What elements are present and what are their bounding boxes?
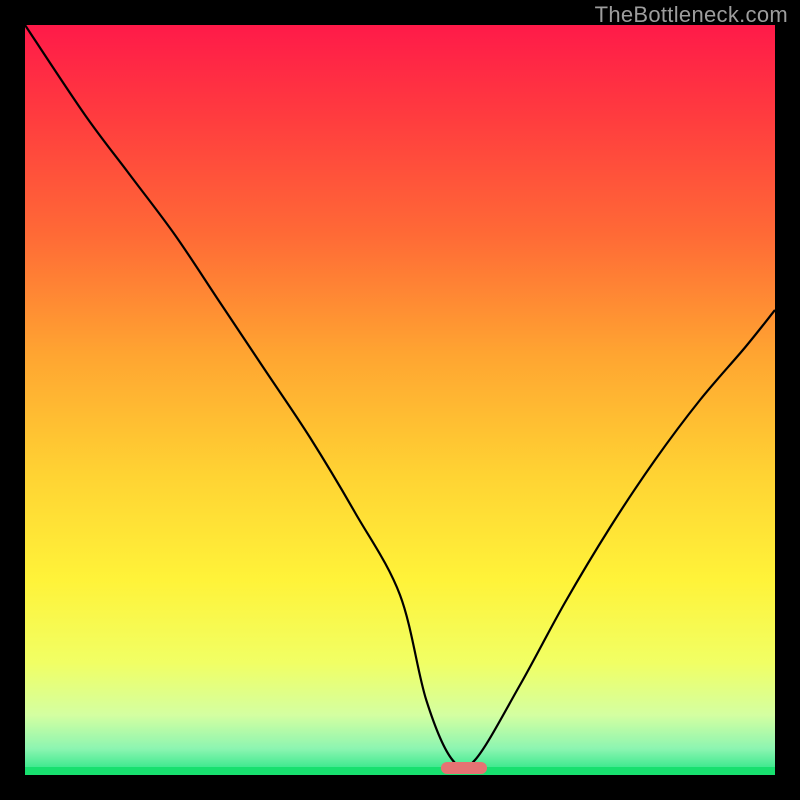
watermark-text: TheBottleneck.com xyxy=(595,2,788,28)
bottleneck-curve xyxy=(25,25,775,775)
plot-area xyxy=(25,25,775,775)
optimal-marker xyxy=(441,762,487,774)
chart-frame: TheBottleneck.com xyxy=(0,0,800,800)
